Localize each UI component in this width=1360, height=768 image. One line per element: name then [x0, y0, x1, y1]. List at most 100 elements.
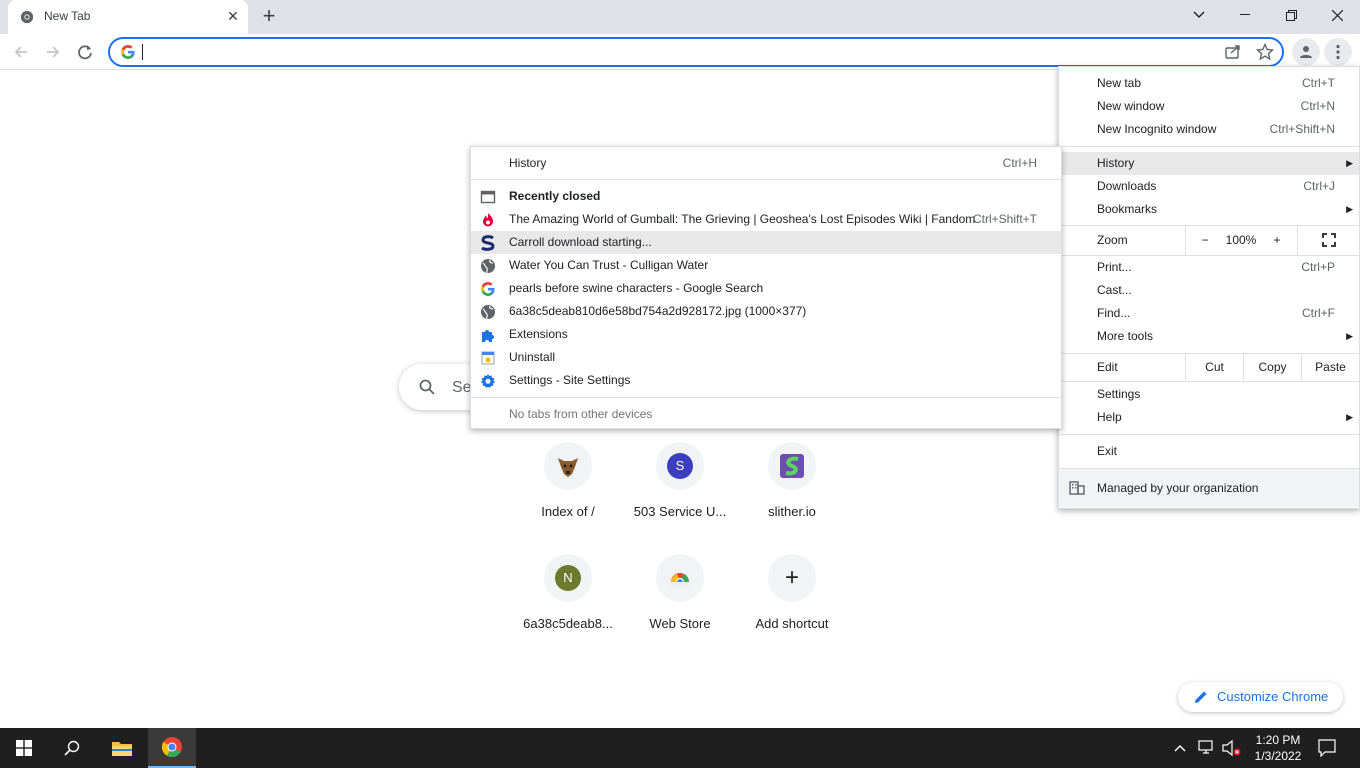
shortcut-label: 6a38c5deab8... — [523, 616, 613, 631]
menu-item-downloads[interactable]: Downloads Ctrl+J — [1059, 175, 1359, 198]
menu-item-label: pearls before swine characters - Google … — [509, 281, 764, 295]
back-button[interactable] — [8, 39, 34, 65]
fullscreen-button[interactable] — [1299, 227, 1359, 253]
menu-item-new-window[interactable]: New window Ctrl+N — [1059, 95, 1359, 118]
shortcut-label: 503 Service U... — [633, 504, 727, 519]
tab-close-button[interactable]: ✕ — [223, 6, 243, 26]
shortcut-503-service[interactable]: S 503 Service U... — [624, 442, 736, 542]
submenu-arrow-icon: ▶ — [1346, 204, 1353, 214]
restore-icon — [1285, 9, 1297, 21]
shortcut-web-store[interactable]: Web Store — [624, 554, 736, 654]
share-button[interactable] — [1224, 43, 1242, 64]
menu-item-cast[interactable]: Cast... — [1059, 279, 1359, 302]
letter-avatar: S — [667, 453, 693, 479]
volume-status[interactable] — [1222, 739, 1242, 760]
menu-item-settings[interactable]: Settings — [1059, 383, 1359, 406]
chrome-menu-button[interactable] — [1324, 38, 1352, 66]
show-hidden-icons-button[interactable] — [1174, 740, 1186, 755]
menu-item-label: Carroll download starting... — [509, 235, 652, 249]
zoom-out-button[interactable]: − — [1187, 227, 1223, 253]
shortcut-tile: + — [768, 554, 816, 602]
menu-item-label: Extensions — [509, 327, 568, 341]
close-window-button[interactable] — [1314, 0, 1360, 30]
recently-closed-item[interactable]: pearls before swine characters - Google … — [471, 277, 1061, 300]
menu-item-label: Edit — [1097, 360, 1118, 374]
menu-item-label: Cast... — [1097, 283, 1132, 297]
action-center-button[interactable] — [1318, 739, 1336, 760]
shortcut-6a38c5deab8[interactable]: N 6a38c5deab8... — [512, 554, 624, 654]
managed-by-org-item[interactable]: Managed by your organization — [1059, 469, 1359, 507]
recently-closed-item[interactable]: Uninstall — [471, 346, 1061, 369]
taskbar-file-explorer[interactable] — [98, 728, 146, 768]
recently-closed-item[interactable]: 6a38c5deab810d6e58bd754a2d928172.jpg (10… — [471, 300, 1061, 323]
menu-item-find[interactable]: Find... Ctrl+F — [1059, 302, 1359, 325]
menu-item-shortcut: Ctrl+J — [1303, 179, 1335, 193]
profile-button[interactable] — [1292, 38, 1320, 66]
zoom-in-button[interactable]: + — [1259, 227, 1295, 253]
star-icon — [1255, 42, 1275, 61]
menu-item-print[interactable]: Print... Ctrl+P — [1059, 256, 1359, 279]
menu-item-label: Exit — [1097, 444, 1118, 458]
taskbar-chrome[interactable] — [148, 728, 196, 768]
menu-item-label: New window — [1097, 99, 1165, 113]
menu-item-label: Help — [1097, 410, 1122, 424]
menu-item-history[interactable]: History ▶ — [1059, 152, 1359, 175]
search-placeholder: Se — [452, 379, 472, 396]
share-icon — [1225, 45, 1240, 59]
reload-button[interactable] — [72, 39, 98, 65]
network-status[interactable] — [1198, 739, 1216, 758]
menu-item-label: Settings - Site Settings — [509, 373, 631, 387]
network-icon — [1198, 740, 1213, 754]
forward-button[interactable] — [40, 39, 66, 65]
menu-item-label: New Incognito window — [1097, 122, 1217, 136]
tab-new-tab[interactable]: New Tab ✕ — [8, 0, 248, 34]
add-shortcut-button[interactable]: + Add shortcut — [736, 554, 848, 654]
menu-item-shortcut: Ctrl+P — [1301, 260, 1335, 274]
globe-icon — [481, 305, 495, 320]
chrome-menu: New tab Ctrl+T New window Ctrl+N New Inc… — [1058, 66, 1360, 509]
taskbar-search-button[interactable] — [48, 728, 96, 768]
shortcut-label: slither.io — [768, 504, 816, 519]
new-tab-button[interactable]: + — [258, 5, 280, 28]
close-icon — [1331, 9, 1343, 21]
search-icon — [64, 740, 80, 756]
submenu-arrow-icon: ▶ — [1346, 158, 1353, 168]
menu-item-exit[interactable]: Exit — [1059, 440, 1359, 463]
menu-item-more-tools[interactable]: More tools ▶ — [1059, 325, 1359, 348]
tab-search-button[interactable] — [1176, 0, 1222, 30]
menu-item-new-tab[interactable]: New tab Ctrl+T — [1059, 72, 1359, 95]
maximize-button[interactable] — [1268, 0, 1314, 30]
menu-item-label: Recently closed — [509, 189, 601, 203]
customize-chrome-button[interactable]: Customize Chrome — [1178, 682, 1343, 712]
menu-item-label: Settings — [1097, 387, 1141, 401]
menu-item-label: Print... — [1097, 260, 1132, 274]
recently-closed-item[interactable]: The Amazing World of Gumball: The Grievi… — [471, 208, 1061, 231]
notification-icon — [1318, 739, 1336, 758]
zoom-level: 100% — [1225, 233, 1257, 247]
menu-divider — [1059, 146, 1359, 147]
minimize-button[interactable] — [1222, 0, 1268, 30]
arrow-right-icon — [47, 46, 60, 58]
paste-button[interactable]: Paste — [1302, 354, 1359, 380]
shortcut-slither-io[interactable]: slither.io — [736, 442, 848, 542]
recently-closed-item[interactable]: Extensions — [471, 323, 1061, 346]
building-icon — [1069, 481, 1085, 495]
recently-closed-item[interactable]: Carroll download starting... — [471, 231, 1061, 254]
plus-icon: + — [784, 564, 799, 591]
system-clock[interactable]: 1:20 PM 1/3/2022 — [1248, 732, 1308, 764]
menu-item-bookmarks[interactable]: Bookmarks ▶ — [1059, 198, 1359, 221]
bookmark-star-button[interactable] — [1255, 42, 1275, 64]
chrome-icon — [20, 10, 34, 24]
cut-button[interactable]: Cut — [1186, 354, 1243, 380]
start-button[interactable] — [0, 728, 48, 768]
recently-closed-item[interactable]: Water You Can Trust - Culligan Water — [471, 254, 1061, 277]
submenu-arrow-icon: ▶ — [1346, 331, 1353, 341]
shortcut-index-of[interactable]: Index of / — [512, 442, 624, 542]
menu-item-label: No tabs from other devices — [509, 407, 653, 421]
menu-item-new-incognito-window[interactable]: New Incognito window Ctrl+Shift+N — [1059, 118, 1359, 141]
address-bar[interactable] — [108, 37, 1284, 67]
recently-closed-item[interactable]: Settings - Site Settings — [471, 369, 1061, 392]
menu-item-help[interactable]: Help ▶ — [1059, 406, 1359, 429]
copy-button[interactable]: Copy — [1244, 354, 1301, 380]
history-item-history[interactable]: History Ctrl+H — [471, 152, 1061, 175]
